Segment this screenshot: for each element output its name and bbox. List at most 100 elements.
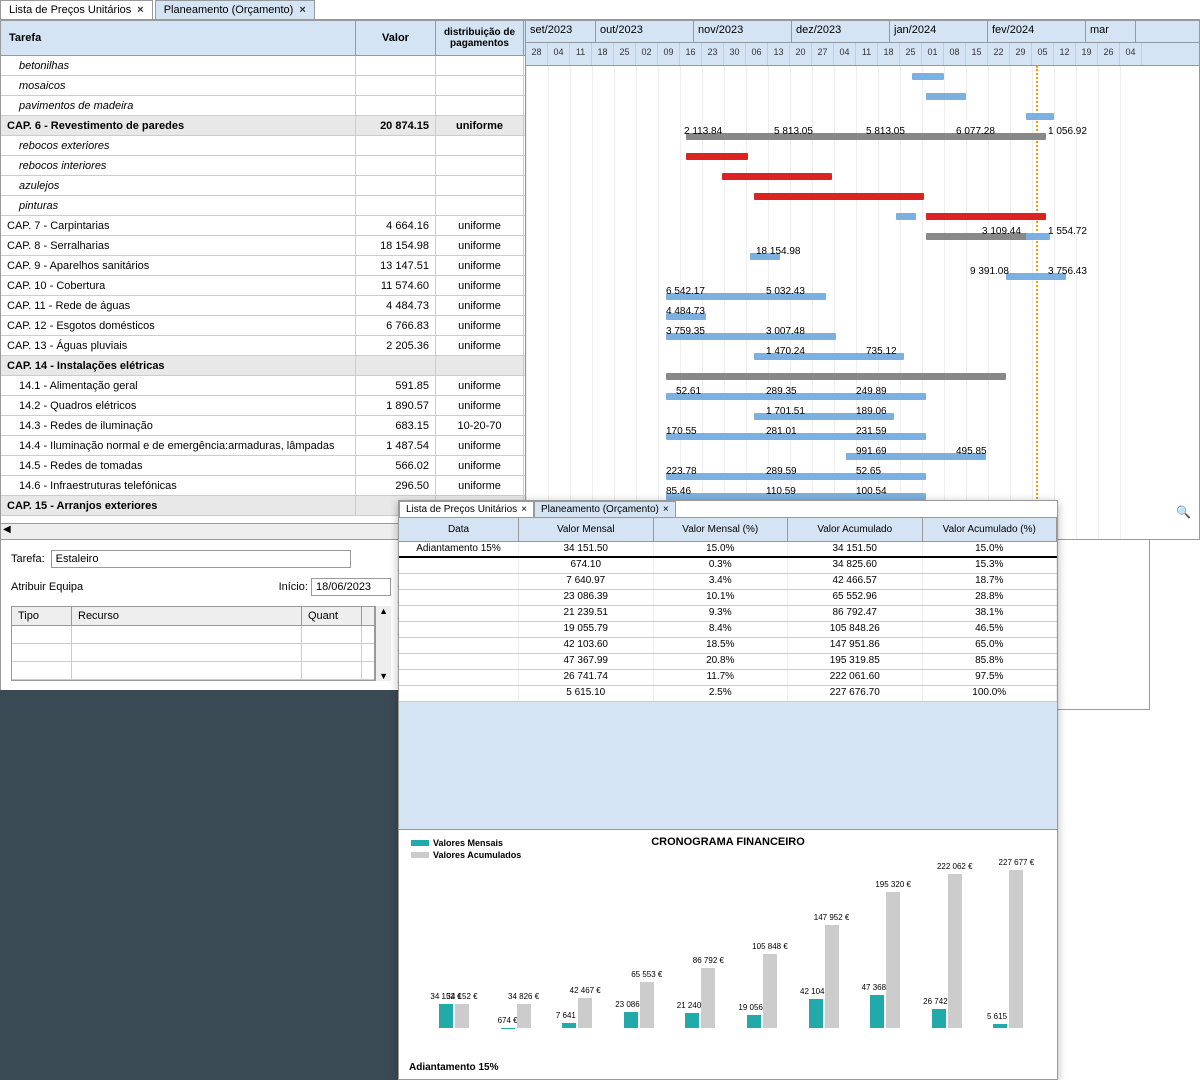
task-val: 683.15 xyxy=(356,416,436,435)
col-tarefa[interactable]: Tarefa xyxy=(1,21,356,55)
task-row[interactable]: pavimentos de madeira xyxy=(1,96,525,116)
col-valor[interactable]: Valor xyxy=(356,21,436,55)
ov-col[interactable]: Valor Acumulado xyxy=(788,518,923,541)
task-dist: uniforme xyxy=(436,296,524,315)
task-row[interactable]: pinturas xyxy=(1,196,525,216)
ov-row[interactable]: 5 615.102.5%227 676.70100.0% xyxy=(399,686,1057,702)
close-icon[interactable]: × xyxy=(663,504,669,515)
gantt-bar[interactable] xyxy=(754,193,924,200)
col-tipo[interactable]: Tipo xyxy=(12,607,72,625)
bar-mensal[interactable]: 19 056 € xyxy=(747,1015,761,1028)
gantt-bar[interactable] xyxy=(896,213,916,220)
bar-mensal[interactable]: 21 240 € xyxy=(685,1013,699,1028)
gantt-value: 85.46 xyxy=(666,486,691,497)
bar-group: 47 368 €195 320 € xyxy=(870,892,924,1028)
task-dist: uniforme xyxy=(436,436,524,455)
task-row[interactable]: betonilhas xyxy=(1,56,525,76)
col-quant[interactable]: Quant xyxy=(302,607,362,625)
bar-mensal[interactable]: 5 615 € xyxy=(993,1024,1007,1028)
gantt-bar[interactable] xyxy=(1026,113,1054,120)
task-row[interactable]: 14.6 - Infraestruturas telefónicas 296.5… xyxy=(1,476,525,496)
gantt-bar[interactable] xyxy=(722,173,832,180)
task-row[interactable]: rebocos interiores xyxy=(1,156,525,176)
ov-row[interactable]: Adiantamento 15%34 151.5015.0%34 151.501… xyxy=(399,542,1057,558)
task-row[interactable]: azulejos xyxy=(1,176,525,196)
ov-col[interactable]: Data xyxy=(399,518,519,541)
task-row[interactable]: CAP. 7 - Carpintarias 4 664.16 uniforme xyxy=(1,216,525,236)
gantt-bar[interactable] xyxy=(926,213,1046,220)
bar-mensal[interactable]: 23 086 € xyxy=(624,1012,638,1028)
tarefa-input[interactable] xyxy=(51,550,351,568)
table-row[interactable] xyxy=(12,644,374,662)
task-row[interactable]: 14.5 - Redes de tomadas 566.02 uniforme xyxy=(1,456,525,476)
col-recurso[interactable]: Recurso xyxy=(72,607,302,625)
ov-row[interactable]: 21 239.519.3%86 792.4738.1% xyxy=(399,606,1057,622)
ov-col[interactable]: Valor Acumulado (%) xyxy=(923,518,1058,541)
gantt-bar[interactable] xyxy=(912,73,944,80)
task-row[interactable]: CAP. 11 - Rede de águas 4 484.73 uniform… xyxy=(1,296,525,316)
task-row[interactable]: CAP. 12 - Esgotos domésticos 6 766.83 un… xyxy=(1,316,525,336)
close-icon[interactable]: × xyxy=(521,504,527,515)
bar-acum[interactable]: 65 553 € xyxy=(640,982,654,1028)
bar-acum[interactable]: 34 826 € xyxy=(517,1004,531,1028)
task-row[interactable]: rebocos exteriores xyxy=(1,136,525,156)
bar-mensal[interactable]: 34 152 € xyxy=(439,1004,453,1028)
ov-col[interactable]: Valor Mensal xyxy=(519,518,654,541)
bar-mensal[interactable]: 7 641 € xyxy=(562,1023,576,1028)
ov-col[interactable]: Valor Mensal (%) xyxy=(654,518,789,541)
bar-acum[interactable]: 42 467 € xyxy=(578,998,592,1028)
table-row[interactable] xyxy=(12,662,374,680)
gantt-chart[interactable]: set/2023out/2023nov/2023dez/2023jan/2024… xyxy=(526,21,1199,539)
ov-tab-lista[interactable]: Lista de Preços Unitários× xyxy=(399,501,534,517)
tab-lista-precos[interactable]: Lista de Preços Unitários × xyxy=(0,0,153,19)
gantt-bar[interactable] xyxy=(1026,233,1050,240)
ov-tab-plan[interactable]: Planeamento (Orçamento)× xyxy=(534,501,676,517)
gantt-bar[interactable] xyxy=(686,153,748,160)
atribuir-equipa[interactable]: Atribuir Equipa xyxy=(11,581,83,593)
gantt-bar[interactable] xyxy=(666,373,1006,380)
ov-row[interactable]: 19 055.798.4%105 848.2646.5% xyxy=(399,622,1057,638)
task-row[interactable]: 14.1 - Alimentação geral 591.85 uniforme xyxy=(1,376,525,396)
task-row[interactable]: 14.4 - Iluminação normal e de emergência… xyxy=(1,436,525,456)
bar-value: 42 467 € xyxy=(570,986,601,995)
bar-acum[interactable]: 105 848 € xyxy=(763,954,777,1028)
gantt-bar[interactable] xyxy=(926,93,966,100)
ov-row[interactable]: 26 741.7411.7%222 061.6097.5% xyxy=(399,670,1057,686)
close-icon[interactable]: × xyxy=(299,4,305,16)
gantt-body[interactable]: 2 113.845 813.055 813.056 077.281 056.92… xyxy=(526,66,1199,539)
bar-mensal[interactable]: 47 368 € xyxy=(870,995,884,1028)
task-row[interactable]: CAP. 10 - Cobertura 11 574.60 uniforme xyxy=(1,276,525,296)
inicio-input[interactable] xyxy=(311,578,391,596)
bar-acum[interactable]: 34 152 € xyxy=(455,1004,469,1028)
task-row[interactable]: mosaicos xyxy=(1,76,525,96)
ov-row[interactable]: 674.100.3%34 825.6015.3% xyxy=(399,558,1057,574)
task-row[interactable]: CAP. 8 - Serralharias 18 154.98 uniforme xyxy=(1,236,525,256)
ov-row[interactable]: 23 086.3910.1%65 552.9628.8% xyxy=(399,590,1057,606)
bar-mensal[interactable]: 42 104 € xyxy=(809,999,823,1028)
gantt-bar[interactable] xyxy=(666,493,926,500)
bar-acum[interactable]: 227 677 € xyxy=(1009,870,1023,1028)
task-dist xyxy=(436,356,524,375)
task-row[interactable]: CAP. 13 - Águas pluviais 2 205.36 unifor… xyxy=(1,336,525,356)
task-row[interactable]: CAP. 9 - Aparelhos sanitários 13 147.51 … xyxy=(1,256,525,276)
ov-row[interactable]: 7 640.973.4%42 466.5718.7% xyxy=(399,574,1057,590)
col-dist[interactable]: distribuição de pagamentos xyxy=(436,21,524,55)
search-icon[interactable]: 🔍 xyxy=(1176,505,1191,519)
task-row[interactable]: CAP. 14 - Instalações elétricas xyxy=(1,356,525,376)
bar-acum[interactable]: 222 062 € xyxy=(948,874,962,1028)
v-scrollbar[interactable]: ▲▼ xyxy=(375,606,391,681)
ov-row[interactable]: 47 367.9920.8%195 319.8585.8% xyxy=(399,654,1057,670)
close-icon[interactable]: × xyxy=(137,4,143,16)
task-name: rebocos exteriores xyxy=(1,136,356,155)
bar-acum[interactable]: 86 792 € xyxy=(701,968,715,1028)
task-row[interactable]: 14.3 - Redes de iluminação 683.15 10-20-… xyxy=(1,416,525,436)
task-row[interactable]: 14.2 - Quadros elétricos 1 890.57 unifor… xyxy=(1,396,525,416)
table-row[interactable] xyxy=(12,626,374,644)
bar-mensal[interactable]: 26 742 € xyxy=(932,1009,946,1028)
tab-planeamento[interactable]: Planeamento (Orçamento) × xyxy=(155,0,315,19)
bar-acum[interactable]: 147 952 € xyxy=(825,925,839,1028)
bar-acum[interactable]: 195 320 € xyxy=(886,892,900,1028)
ov-row[interactable]: 42 103.6018.5%147 951.8665.0% xyxy=(399,638,1057,654)
task-row[interactable]: CAP. 6 - Revestimento de paredes 20 874.… xyxy=(1,116,525,136)
gantt-header: set/2023out/2023nov/2023dez/2023jan/2024… xyxy=(526,21,1199,66)
